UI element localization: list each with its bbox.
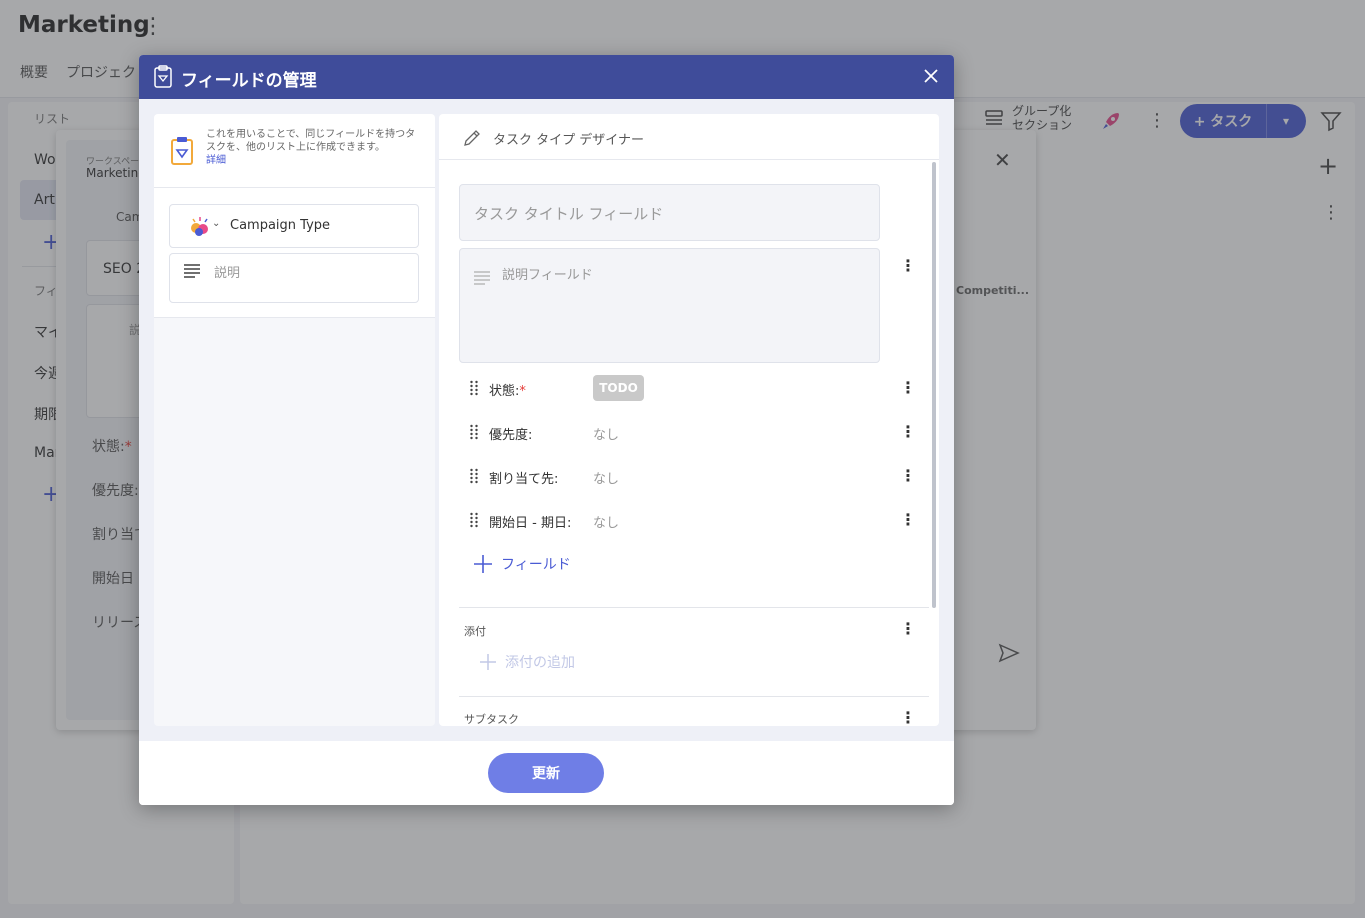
- attachments-more-icon[interactable]: ⋮: [900, 620, 916, 638]
- task-type-list-pane: これを用いることで、同じフィールドを持つタスクを、他のリスト上に作成できます。 …: [154, 114, 435, 726]
- status-more-icon[interactable]: ⋮: [900, 379, 916, 397]
- dialog-header: フィールドの管理: [139, 55, 954, 99]
- field-label-status: 状態:*: [489, 384, 526, 399]
- field-row-dates: 開始日 - 期日: なし: [469, 505, 909, 535]
- status-badge: TODO: [593, 375, 644, 401]
- learn-more-link[interactable]: 詳細: [206, 154, 420, 167]
- required-marker: *: [519, 384, 526, 399]
- field-value-priority: なし: [593, 428, 620, 443]
- info-box: これを用いることで、同じフィールドを持つタスクを、他のリスト上に作成できます。 …: [154, 114, 435, 188]
- task-type-clipboard-icon: [171, 137, 193, 165]
- field-value-assignee: なし: [593, 472, 620, 487]
- text-lines-icon: [474, 271, 490, 285]
- field-label-dates: 開始日 - 期日:: [489, 516, 572, 531]
- add-field-button[interactable]: フィールド: [473, 554, 571, 574]
- field-label-assignee: 割り当て先:: [489, 472, 559, 487]
- drag-handle-icon[interactable]: [469, 424, 479, 440]
- designer-header: タスク タイプ デザイナー: [439, 114, 939, 160]
- plus-icon: [474, 555, 492, 573]
- attachments-heading: 添付: [464, 625, 486, 638]
- field-cards: ⌄ Campaign Type 説明: [154, 188, 435, 318]
- text-lines-icon: [184, 264, 200, 278]
- scrollbar[interactable]: [932, 162, 936, 608]
- manage-fields-dialog: フィールドの管理 これを用いることで、同じフィールドを持つタスクを、他のリスト上…: [139, 55, 954, 805]
- dates-more-icon[interactable]: ⋮: [900, 511, 916, 529]
- drag-handle-icon[interactable]: [469, 468, 479, 484]
- section-divider: [459, 607, 929, 608]
- clipboard-icon: [154, 65, 172, 88]
- drag-handle-icon[interactable]: [469, 512, 479, 528]
- description-placeholder: 説明フィールド: [502, 268, 593, 283]
- field-row-priority: 優先度: なし: [469, 417, 909, 447]
- dialog-title: フィールドの管理: [181, 71, 317, 91]
- info-description: これを用いることで、同じフィールドを持つタスクを、他のリスト上に作成できます。: [206, 129, 416, 153]
- description-field[interactable]: 説明フィールド: [459, 248, 880, 363]
- subtasks-more-icon[interactable]: ⋮: [900, 709, 916, 727]
- campaign-type-icon: [191, 217, 208, 236]
- add-field-label: フィールド: [501, 557, 571, 573]
- drag-handle-icon[interactable]: [469, 380, 479, 396]
- task-title-field[interactable]: タスク タイトル フィールド: [459, 184, 880, 241]
- assignee-more-icon[interactable]: ⋮: [900, 467, 916, 485]
- update-button[interactable]: 更新: [488, 753, 604, 793]
- field-label-priority: 優先度:: [489, 428, 533, 443]
- field-value-dates: なし: [593, 516, 620, 531]
- campaign-type-label: Campaign Type: [230, 218, 331, 233]
- description-more-icon[interactable]: ⋮: [900, 257, 916, 275]
- close-icon[interactable]: [920, 65, 942, 87]
- pencil-icon: [464, 130, 480, 146]
- priority-more-icon[interactable]: ⋮: [900, 423, 916, 441]
- subtasks-heading: サブタスク: [464, 713, 519, 726]
- add-attachment-button[interactable]: 添付の追加: [479, 652, 575, 672]
- plus-icon: [480, 654, 496, 670]
- description-card[interactable]: 説明: [169, 253, 419, 303]
- field-row-assignee: 割り当て先: なし: [469, 461, 909, 491]
- add-attachment-label: 添付の追加: [505, 655, 575, 671]
- designer-title: タスク タイプ デザイナー: [493, 133, 645, 148]
- campaign-type-card[interactable]: ⌄ Campaign Type: [169, 204, 419, 248]
- description-label: 説明: [214, 266, 241, 281]
- section-divider: [459, 696, 929, 697]
- chevron-down-icon[interactable]: ⌄: [212, 218, 220, 229]
- field-row-status: 状態:* TODO: [469, 373, 909, 403]
- dialog-body: これを用いることで、同じフィールドを持つタスクを、他のリスト上に作成できます。 …: [139, 99, 954, 741]
- info-text: これを用いることで、同じフィールドを持つタスクを、他のリスト上に作成できます。 …: [206, 128, 420, 167]
- dialog-footer: 更新: [139, 741, 954, 805]
- task-title-placeholder: タスク タイトル フィールド: [474, 205, 664, 223]
- task-type-designer-pane: タスク タイプ デザイナー タスク タイトル フィールド 説明フィールド ⋮ 状…: [439, 114, 939, 726]
